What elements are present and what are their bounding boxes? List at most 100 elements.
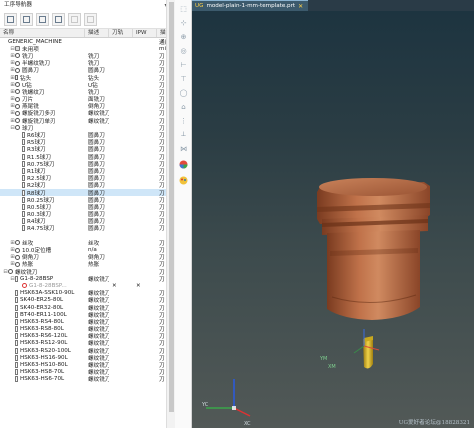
tree-row-name-cell: HSK63-RS6-120L	[0, 333, 85, 340]
operation-navigator: 工序导航器 ▾ 名称 描述 刀轨 IPW 描述 GENERIC_MACHINE通…	[0, 0, 175, 428]
tool-icon	[15, 275, 18, 282]
program-order-view-icon[interactable]	[4, 13, 17, 26]
tool-icon	[15, 290, 18, 297]
tree-row-ipw: ✕	[136, 282, 141, 289]
tool-icon	[22, 196, 25, 203]
tree-row-name-cell: ⊟ G1-8-28BSP	[0, 275, 85, 282]
tree-row-desc: n/a	[88, 247, 97, 254]
yc-label: YC	[201, 402, 209, 408]
close-icon[interactable]: ✕	[298, 1, 303, 12]
tool-icon	[15, 311, 18, 318]
tool-group-icon	[8, 269, 13, 275]
tree-row-label: SK40-ER25-80L	[20, 297, 64, 304]
watermark: UG爱好者论坛@18828321	[398, 420, 470, 426]
xm-label: XM	[328, 364, 336, 370]
web-browser-icon[interactable]: ⊢	[179, 60, 188, 69]
constraint-navigator-icon[interactable]: ⊹	[179, 18, 188, 27]
feature-navigator-icon[interactable]: ⋈	[179, 144, 188, 153]
resource-bar: ⬚ ⊹ ⊕ ◎ ⊢ ⊤ ◯ ⌂ ⋮ ⟂ ⋈	[175, 0, 192, 428]
tree-row-name-cell: HSK63-HS16-90L	[0, 354, 85, 361]
operation-navigator-icon[interactable]: ⟂	[179, 130, 188, 139]
tree-row-label: GENERIC_MACHINE	[8, 38, 62, 45]
tool-icon	[15, 369, 18, 376]
tree-row[interactable]: ⊟ G1-8-28BSP 螺纹铣刀刀	[0, 275, 174, 283]
error-icon	[22, 283, 27, 289]
assembly-navigator-icon[interactable]: ⬚	[179, 4, 188, 13]
tree-row-name-cell: HSK63-HS6-70L	[0, 376, 85, 383]
tool-tree: GENERIC_MACHINE 通用 ⊟ 未用项 mil ⊞ 铣刀 铣刀刀 ⊞ 半螺纹铣刀 铣刀刀 ⊞…	[0, 38, 174, 383]
tool-group-icon	[15, 60, 20, 66]
tab-prefix: UG	[195, 2, 204, 9]
tree-row-name-cell: G1-8-28BSP...	[0, 283, 85, 289]
tree-row-name-cell: HSK63-RS12-90L	[0, 340, 85, 347]
tool-group-icon	[15, 240, 20, 246]
document-tab-bar: UG model-plain-1-mm-template.prt ✕	[192, 0, 474, 11]
machine-tool-view-icon[interactable]	[20, 13, 33, 26]
tree-row-label: HSK63-HS8-70L	[20, 369, 65, 376]
tool-icon	[22, 167, 25, 174]
tool-icon	[15, 318, 18, 325]
tool-icon	[15, 354, 18, 361]
model-render: YM XM YC XC	[201, 178, 430, 427]
tree-row-name-cell: HSK63-RS4-80L	[0, 318, 85, 325]
column-ipw[interactable]: IPW	[133, 29, 157, 37]
tool-icon	[22, 132, 25, 139]
tool-icon	[15, 340, 18, 347]
tree-row-label: SK40-ER32-80L	[20, 304, 64, 311]
tool-icon	[15, 304, 18, 311]
tool-icon	[22, 153, 25, 160]
expand-icon[interactable]	[68, 13, 81, 26]
roles-icon[interactable]	[179, 160, 188, 169]
tree-row[interactable]: HSK63-HS6-70L 螺纹铣刀刀	[0, 376, 174, 383]
column-desc[interactable]: 描述	[85, 29, 109, 37]
reuse-library-icon[interactable]: ◎	[179, 46, 188, 55]
tree-row-label: HSK63-RS12-90L	[20, 340, 68, 347]
tool-icon	[22, 182, 25, 189]
tool-icon	[22, 218, 25, 225]
drill-icon	[15, 75, 18, 81]
graphics-window[interactable]: YM XM YC XC UG爱好者论坛@18828321	[192, 11, 474, 428]
tool-group-icon	[15, 82, 20, 88]
palette-icon[interactable]	[179, 176, 188, 185]
tab-model-template[interactable]: UG model-plain-1-mm-template.prt ✕	[192, 0, 309, 12]
tree-row-name-cell: HSK63-HS10-80L	[0, 362, 85, 369]
ym-label: YM	[319, 356, 327, 362]
method-view-icon[interactable]	[52, 13, 65, 26]
machine-tool-navigator-icon[interactable]: ⋮	[179, 116, 188, 125]
tool-group-icon	[15, 89, 20, 95]
tool-icon	[22, 225, 25, 232]
column-toolpath[interactable]: 刀轨	[109, 29, 133, 37]
tree-row-label: HSK63-RS8-80L	[20, 326, 64, 333]
tool-icon	[15, 326, 18, 333]
tree-row-label: HSK63-HS16-90L	[20, 354, 68, 361]
tool-group-icon	[15, 110, 20, 116]
system-materials-icon[interactable]: ⌂	[179, 102, 188, 111]
tool-icon	[15, 297, 18, 304]
tree-row-label: BT40-ER11-100L	[20, 311, 67, 318]
tool-group-icon	[15, 103, 20, 109]
machine-icon	[15, 46, 20, 52]
geometry-view-icon[interactable]	[36, 13, 49, 26]
tree-row-label: HSK63-RS20-100L	[20, 347, 71, 354]
tab-label: model-plain-1-mm-template.prt	[206, 2, 296, 9]
collapse-icon[interactable]	[84, 13, 97, 26]
navigator-title-bar: 工序导航器 ▾	[0, 0, 174, 11]
tool-icon	[22, 211, 25, 218]
tree-row[interactable]: R4.75球刀 圆鼻刀刀	[0, 225, 174, 232]
tree-row-name-cell: HSK63-HS8-70L	[0, 369, 85, 376]
tree-row-label: HSK63-HS6-70L	[20, 376, 65, 383]
process-studio-icon[interactable]: ◯	[179, 88, 188, 97]
tree-row-desc: 螺纹铣刀	[88, 377, 109, 384]
column-name[interactable]: 名称	[0, 29, 85, 37]
tree-row-name-cell: HSK63-RS20-100L	[0, 347, 85, 354]
navigator-toolbar	[0, 11, 174, 29]
tree-row-label: HSK63-RS4-80L	[20, 318, 64, 325]
tool-icon	[22, 189, 25, 196]
tree-row-label: G1-8-28BSP...	[29, 282, 67, 289]
tool-group-icon	[15, 53, 20, 59]
part-navigator-icon[interactable]: ⊕	[179, 32, 188, 41]
history-icon[interactable]: ⊤	[179, 74, 188, 83]
tool-icon	[22, 139, 25, 146]
scrollbar-thumb[interactable]	[169, 2, 174, 412]
navigator-scrollbar[interactable]	[166, 0, 175, 428]
